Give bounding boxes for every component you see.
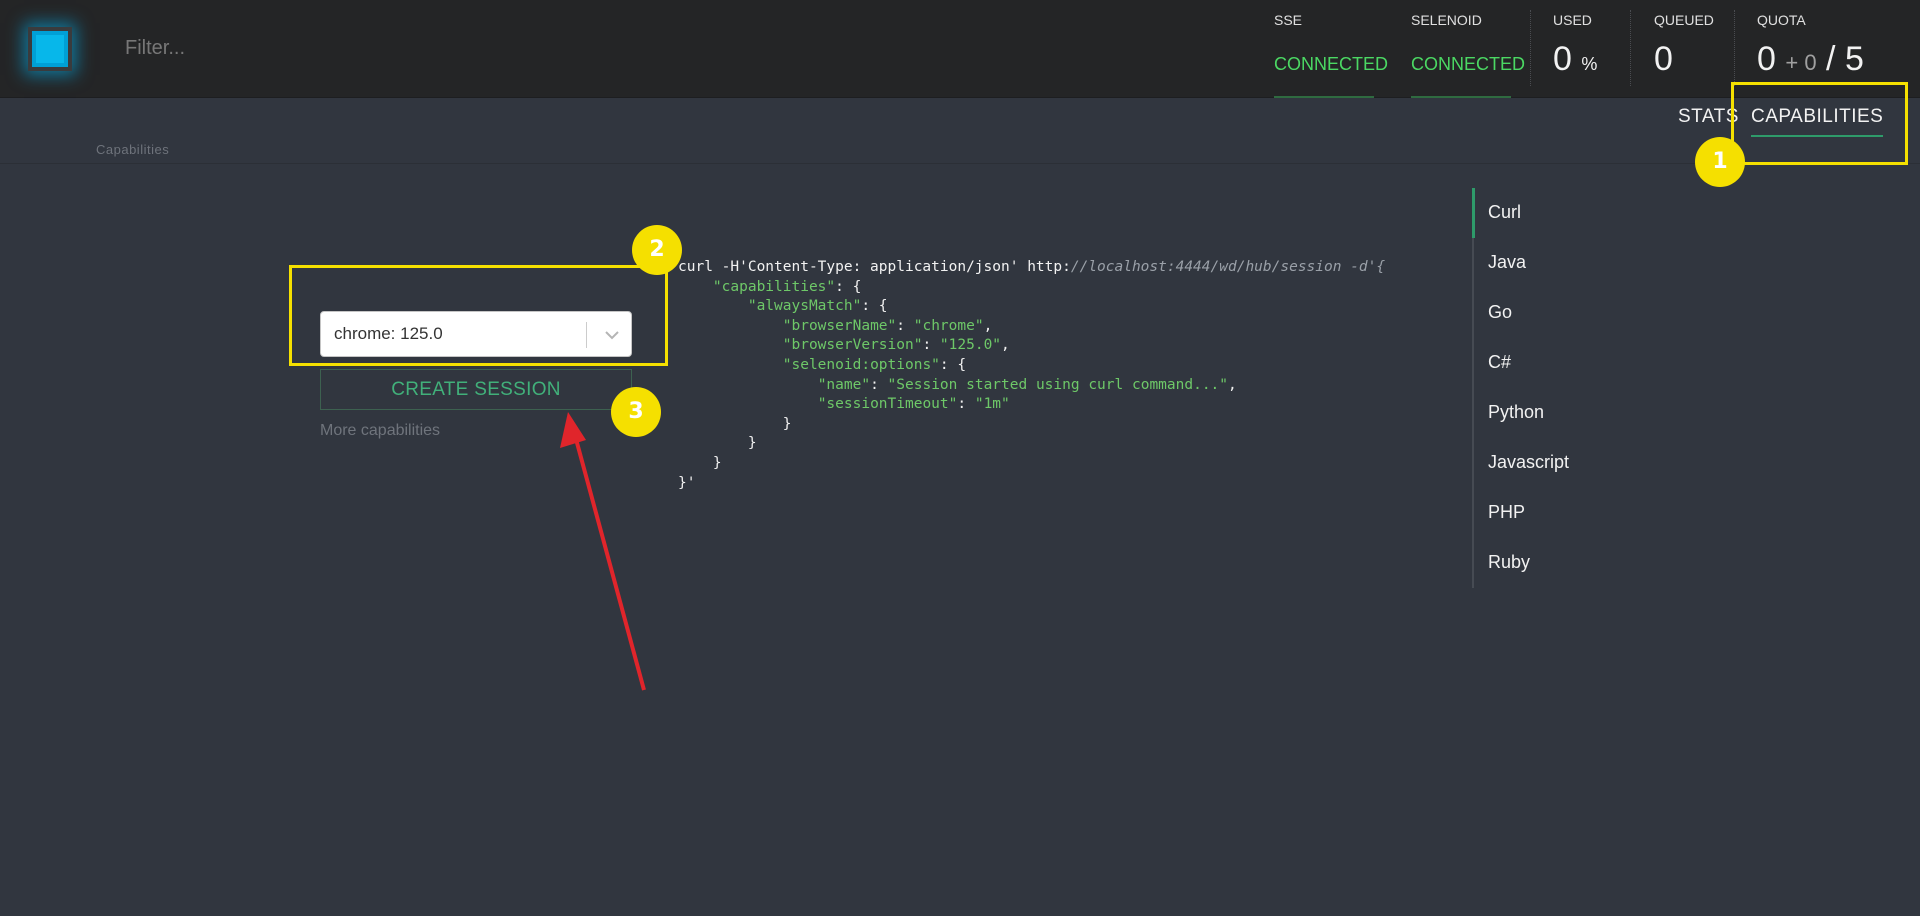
divider xyxy=(1530,10,1531,86)
used-stat: USED 0 % xyxy=(1553,0,1623,98)
used-value: 0 % xyxy=(1553,40,1597,79)
active-language-indicator xyxy=(1472,188,1475,238)
selenoid-label: SELENOID xyxy=(1411,12,1482,28)
code-url: //localhost:4444/wd/hub/session -d'{ xyxy=(1070,259,1386,275)
quota-value: 0 + 0 / 5 xyxy=(1757,40,1864,79)
code-key: "capabilities" xyxy=(712,278,836,295)
divider xyxy=(1734,10,1735,86)
language-list: Curl Java Go C# Python Javascript PHP Ru… xyxy=(1472,188,1592,588)
code-key: "browserName" xyxy=(782,317,897,334)
code-key: "selenoid:options" xyxy=(782,356,940,373)
language-item-javascript[interactable]: Javascript xyxy=(1488,452,1569,473)
breadcrumb: Capabilities xyxy=(96,142,170,157)
language-item-csharp[interactable]: C# xyxy=(1488,352,1511,373)
quota-current: 0 xyxy=(1757,40,1776,78)
annotation-badge-2: 2 xyxy=(632,225,682,275)
language-item-curl[interactable]: Curl xyxy=(1488,202,1521,223)
sse-status: SSE CONNECTED xyxy=(1274,0,1394,98)
code-key: "browserVersion" xyxy=(782,337,923,354)
language-item-python[interactable]: Python xyxy=(1488,402,1544,423)
selenoid-logo-icon[interactable] xyxy=(28,27,72,71)
filter-input[interactable] xyxy=(125,34,625,62)
code-end: }' xyxy=(678,474,696,491)
code-value: "1m" xyxy=(974,396,1010,413)
quota-label: QUOTA xyxy=(1757,12,1806,28)
sse-label: SSE xyxy=(1274,12,1303,28)
annotation-badge-1: 1 xyxy=(1695,137,1745,187)
sub-navigation-bar xyxy=(0,98,1920,164)
annotation-box-1 xyxy=(1731,82,1908,165)
language-item-ruby[interactable]: Ruby xyxy=(1488,552,1530,573)
top-bar: SSE CONNECTED SELENOID CONNECTED USED 0 … xyxy=(0,0,1920,98)
language-item-php[interactable]: PHP xyxy=(1488,502,1525,523)
annotation-box-2 xyxy=(289,265,668,366)
selenoid-value: CONNECTED xyxy=(1411,54,1526,74)
annotation-arrow-icon xyxy=(560,412,646,691)
queued-stat: QUEUED 0 xyxy=(1654,0,1724,98)
selenoid-status: SELENOID CONNECTED xyxy=(1411,0,1531,98)
divider xyxy=(1630,10,1631,86)
quota-pending: + 0 xyxy=(1785,50,1817,75)
used-unit: % xyxy=(1581,54,1598,74)
code-value: "Session started using curl command..." xyxy=(887,376,1229,393)
used-number: 0 xyxy=(1553,40,1572,78)
code-command: curl -H'Content-Type: application/json' … xyxy=(678,259,1071,275)
code-value: "125.0" xyxy=(939,337,1002,354)
quota-total: 5 xyxy=(1844,40,1864,78)
code-key: "sessionTimeout" xyxy=(817,396,958,413)
tab-stats[interactable]: STATS xyxy=(1678,106,1739,128)
curl-code-block: curl -H'Content-Type: application/json' … xyxy=(678,259,1386,491)
queued-value: 0 xyxy=(1654,40,1673,78)
code-value: "chrome" xyxy=(913,317,984,334)
more-capabilities-link[interactable]: More capabilities xyxy=(320,422,440,440)
quota-separator: / xyxy=(1826,40,1836,78)
used-label: USED xyxy=(1553,12,1592,28)
code-key: "name" xyxy=(817,376,871,393)
sse-value: CONNECTED xyxy=(1274,54,1389,74)
code-key: "alwaysMatch" xyxy=(747,298,862,315)
language-item-java[interactable]: Java xyxy=(1488,252,1526,273)
language-item-go[interactable]: Go xyxy=(1488,302,1512,323)
queued-label: QUEUED xyxy=(1654,12,1714,28)
